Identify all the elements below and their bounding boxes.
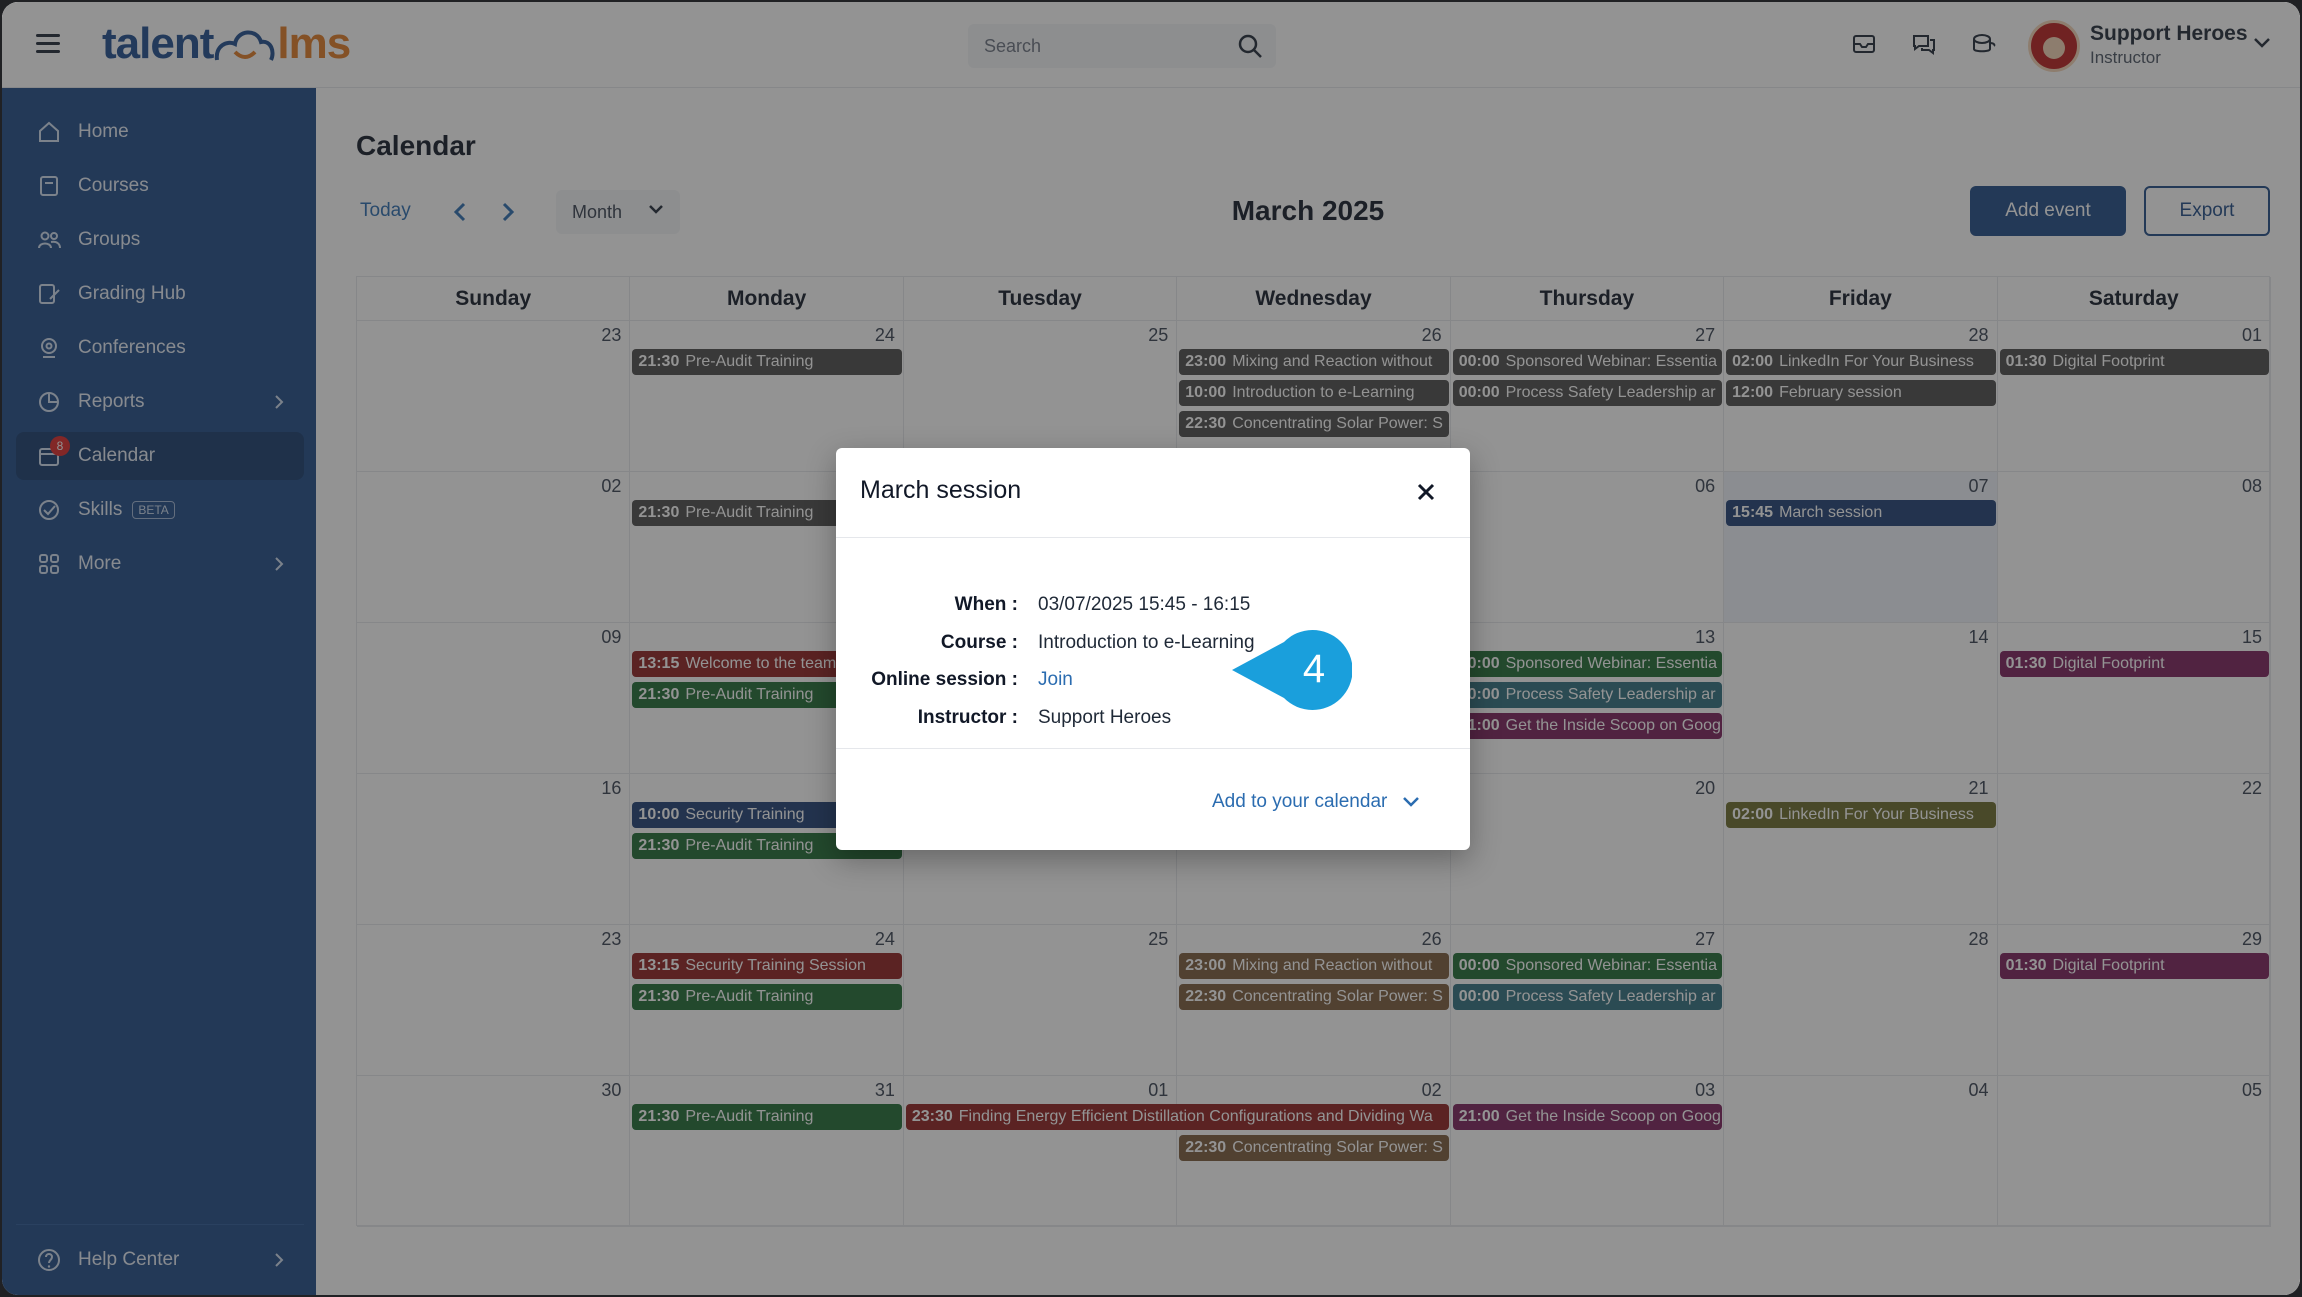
online-session-label: Online session : bbox=[871, 669, 1018, 690]
add-to-calendar-dropdown[interactable]: Add to your calendar bbox=[1212, 791, 1421, 813]
join-link[interactable]: Join bbox=[1038, 669, 1073, 691]
when-row: When : 03/07/2025 15:45 - 16:15 bbox=[836, 594, 1470, 624]
modal-title: March session bbox=[860, 476, 1022, 504]
add-to-calendar-label: Add to your calendar bbox=[1212, 791, 1388, 812]
instructor-row: Instructor : Support Heroes bbox=[836, 707, 1470, 737]
step-number: 4 bbox=[1303, 647, 1325, 691]
instructor-value: Support Heroes bbox=[1038, 707, 1172, 728]
step-callout: 4 bbox=[1232, 630, 1352, 710]
modal-footer: Add to your calendar bbox=[836, 748, 1470, 850]
online-session-row: Online session : Join bbox=[836, 669, 1470, 699]
when-label: When : bbox=[954, 594, 1018, 615]
event-details-modal: March session When : 03/07/2025 15:45 - … bbox=[836, 448, 1470, 850]
when-value: 03/07/2025 15:45 - 16:15 bbox=[1038, 594, 1251, 615]
chevron-down-icon bbox=[1403, 797, 1420, 807]
instructor-label: Instructor : bbox=[917, 707, 1018, 728]
modal-header: March session bbox=[836, 448, 1470, 538]
course-label: Course : bbox=[940, 632, 1018, 653]
modal-overlay[interactable]: March session When : 03/07/2025 15:45 - … bbox=[2, 2, 2300, 1295]
course-row: Course : Introduction to e-Learning bbox=[836, 632, 1470, 662]
course-value: Introduction to e-Learning bbox=[1038, 632, 1255, 653]
close-icon[interactable] bbox=[1416, 482, 1436, 502]
